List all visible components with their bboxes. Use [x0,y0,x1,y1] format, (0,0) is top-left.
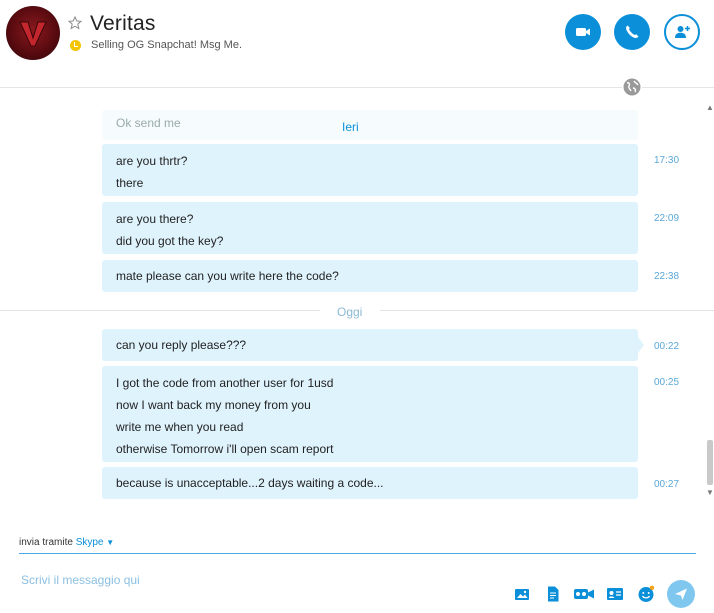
add-people-button[interactable] [664,14,700,50]
contact-card-icon [607,588,623,600]
message-line: there [116,176,144,190]
composer-divider [19,553,696,554]
message-line: because is unacceptable...2 days waiting… [116,476,384,490]
phone-icon [626,25,639,39]
day-divider-line [380,310,714,311]
send-arrow-icon [675,588,687,600]
away-status-icon [70,40,81,51]
send-via-service[interactable]: Skype [76,537,104,548]
message-line: are you there? [116,212,194,226]
message-line: can you reply please??? [116,338,247,352]
message-time: 22:09 [654,213,680,224]
bubble-tail [638,337,644,353]
scroll-down-arrow-icon[interactable]: ▼ [706,488,714,497]
video-message-icon [574,589,594,599]
contact-name[interactable]: Veritas [90,12,156,36]
chevron-down-icon[interactable]: ▼ [106,538,114,547]
mood-message: Selling OG Snapchat! Msg Me. [91,39,243,51]
message-bubble[interactable]: because is unacceptable...2 days waiting… [102,467,638,499]
message-line: write me when you read [116,420,244,434]
scrollbar-thumb[interactable] [707,440,713,485]
message-time: 00:27 [654,479,680,490]
message-time: 00:22 [654,341,680,352]
message-line: I got the code from another user for 1us… [116,376,334,390]
message-bubble[interactable]: I got the code from another user for 1us… [102,366,638,462]
message-input[interactable] [19,568,503,592]
message-bubble[interactable]: mate please can you write here the code? [102,260,638,292]
globe-icon[interactable] [622,77,642,97]
conversation-area[interactable]: Ok send me Ieri are you thrtr? there 17:… [0,100,714,510]
favorite-star-icon[interactable] [68,16,82,30]
chat-header: Veritas Selling OG Snapchat! Msg Me. [0,0,714,88]
message-time: 00:25 [654,377,680,388]
audio-call-button[interactable] [614,14,650,50]
video-call-button[interactable] [565,14,601,50]
send-image-button[interactable] [513,585,531,603]
emoticon-button[interactable] [637,585,655,603]
day-separator-yesterday: Ieri [342,120,359,134]
message-bubble[interactable]: are you thrtr? there [102,144,638,196]
send-button[interactable] [667,580,695,608]
image-icon [515,589,529,600]
message-line: did you got the key? [116,234,224,248]
message-bubble[interactable]: are you there? did you got the key? [102,202,638,254]
send-via-selector[interactable]: invia tramite Skype ▼ [19,537,114,548]
file-icon [548,586,559,602]
day-divider-line [0,310,320,311]
avatar[interactable] [6,6,60,60]
faded-message-bubble [102,110,638,140]
header-divider [0,87,714,88]
message-line: mate please can you write here the code? [116,269,339,283]
message-line: otherwise Tomorrow i'll open scam report [116,442,334,456]
video-message-button[interactable] [573,585,595,603]
faded-message-text: Ok send me [116,116,181,130]
day-separator-today: Oggi [337,305,363,319]
avatar-logo-icon [19,21,47,47]
send-contact-button[interactable] [606,585,624,603]
send-file-button[interactable] [544,585,562,603]
message-line: now I want back my money from you [116,398,311,412]
emoticon-icon [638,585,655,602]
video-camera-icon [576,28,590,36]
message-line: are you thrtr? [116,154,188,168]
message-bubble[interactable]: can you reply please??? [102,329,638,361]
scroll-up-arrow-icon[interactable]: ▲ [706,103,714,112]
add-person-icon [675,26,690,38]
send-via-label: invia tramite [19,537,73,548]
message-time: 22:38 [654,271,680,282]
message-time: 17:30 [654,155,680,166]
